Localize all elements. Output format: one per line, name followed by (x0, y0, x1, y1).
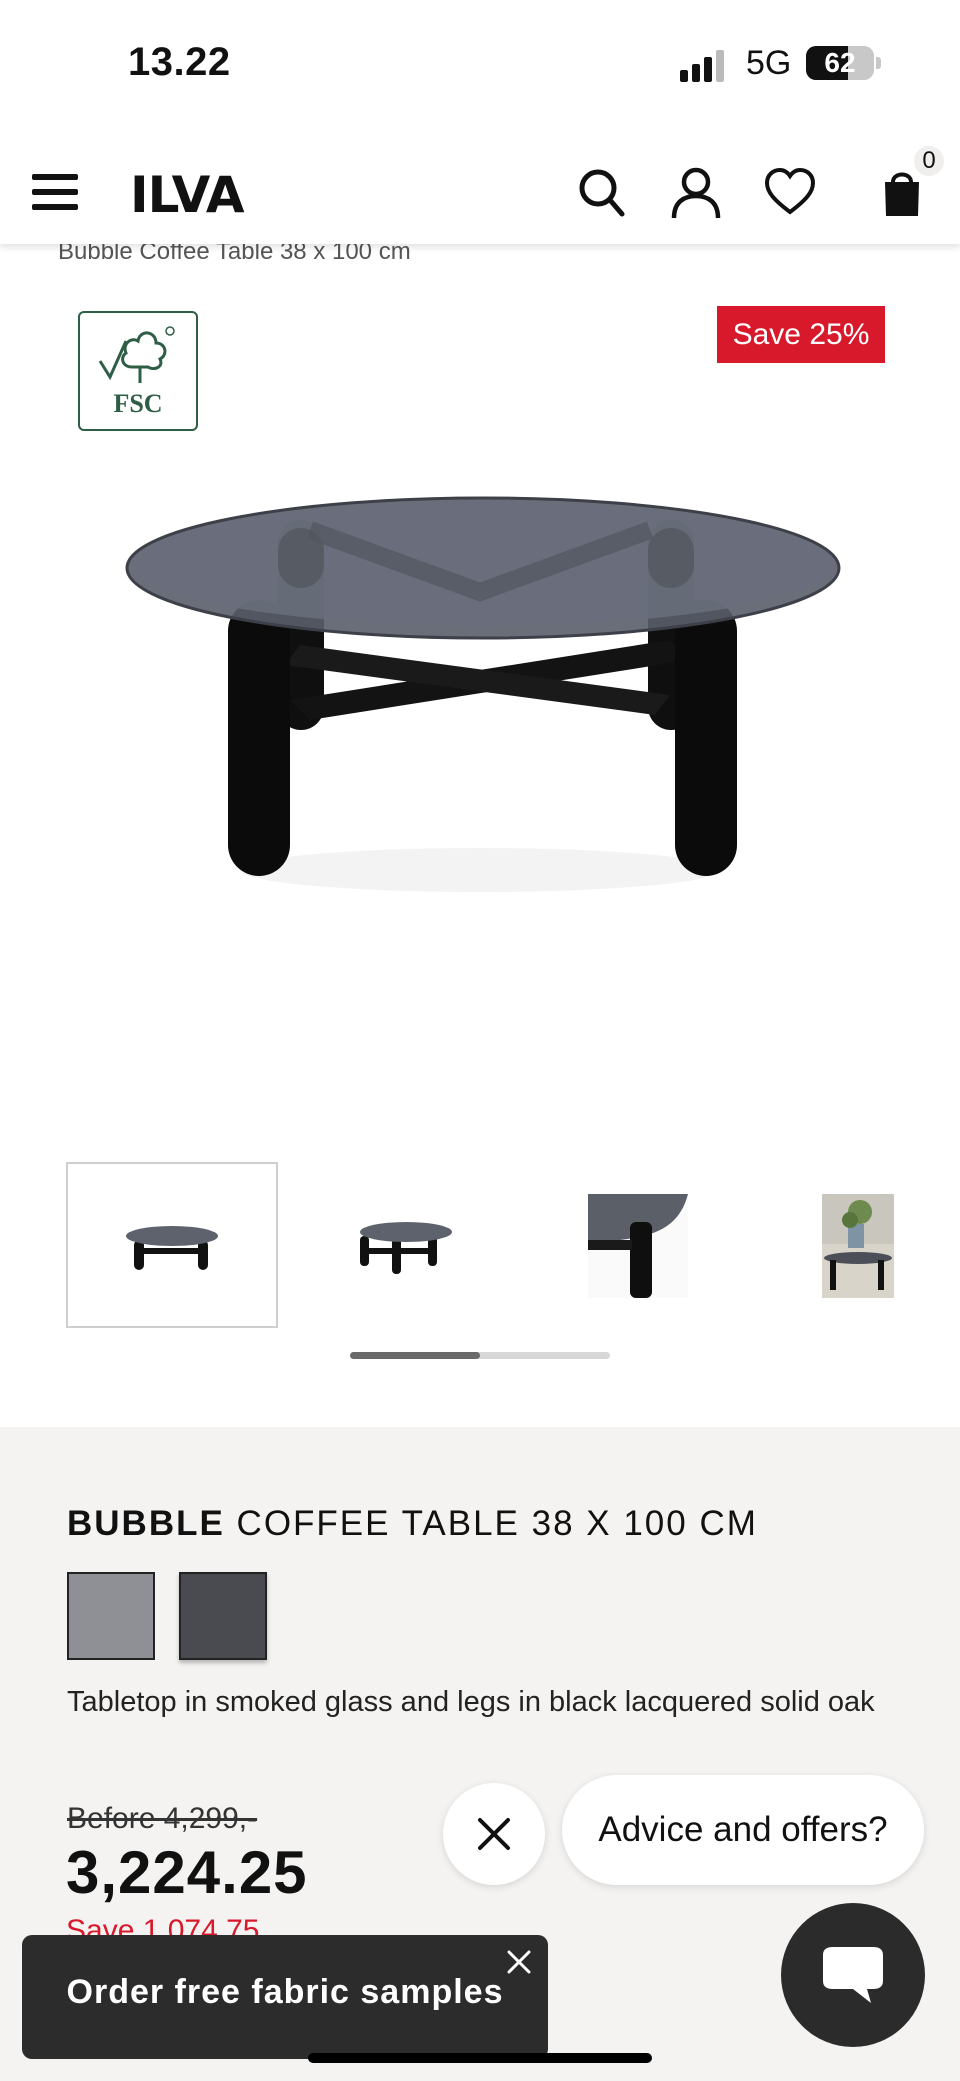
search-icon[interactable] (576, 164, 628, 220)
thumbnail-3[interactable] (538, 1162, 750, 1328)
gallery-scrollbar[interactable] (350, 1352, 610, 1359)
current-price: 3,224.25 (66, 1839, 308, 1906)
battery-tip (876, 57, 881, 69)
product-title-rest: COFFEE TABLE 38 X 100 CM (224, 1504, 758, 1543)
thumbnail-4[interactable] (774, 1162, 960, 1328)
thumbnail-2[interactable] (302, 1162, 514, 1328)
fsc-label: FSC (113, 389, 163, 418)
chat-prompt-bubble[interactable]: Advice and offers? (562, 1775, 924, 1885)
home-indicator (308, 2053, 652, 2063)
site-header: ILVA (0, 140, 960, 244)
discount-badge: Save 25% (717, 306, 885, 363)
network-type: 5G (746, 44, 792, 82)
battery-level: 62 (824, 47, 856, 78)
thumbnail-image (126, 1226, 218, 1270)
fabric-samples-banner[interactable]: Order free fabric samples (22, 1935, 548, 2059)
fsc-tree-icon (98, 326, 175, 383)
close-icon (478, 1818, 510, 1850)
ilva-logo[interactable]: ILVA (130, 166, 245, 224)
gallery-scrollbar-thumb[interactable] (350, 1352, 480, 1359)
product-title: BUBBLE COFFEE TABLE 38 X 100 CM (67, 1504, 758, 1544)
chat-launcher-button[interactable] (781, 1903, 925, 2047)
chat-icon (823, 1947, 883, 2003)
thumbnail-image (588, 1194, 688, 1298)
chat-close-button[interactable] (443, 1783, 545, 1885)
thumbnail-image (360, 1222, 452, 1274)
color-swatch-grey[interactable] (67, 1572, 155, 1660)
product-title-brand: BUBBLE (67, 1504, 225, 1543)
heart-icon[interactable] (764, 164, 816, 220)
thumbnail-1[interactable] (66, 1162, 278, 1328)
cellular-signal-icon (680, 48, 728, 82)
cart-count-badge[interactable]: 0 (914, 146, 944, 176)
fsc-certification-logo: FSC (78, 311, 198, 431)
thumbnail-image (822, 1194, 894, 1298)
status-time: 13.22 (128, 40, 231, 84)
fabric-samples-label[interactable]: Order free fabric samples (22, 1973, 548, 2012)
product-main-image[interactable] (110, 470, 850, 930)
before-price: Before 4,299,- (67, 1802, 258, 1835)
product-description: Tabletop in smoked glass and legs in bla… (67, 1686, 875, 1718)
battery-icon: 62 (806, 46, 874, 80)
color-swatch-dark[interactable] (179, 1572, 267, 1660)
banner-close-icon[interactable] (504, 1947, 534, 1977)
account-icon[interactable] (670, 164, 722, 220)
menu-icon[interactable] (32, 172, 78, 212)
